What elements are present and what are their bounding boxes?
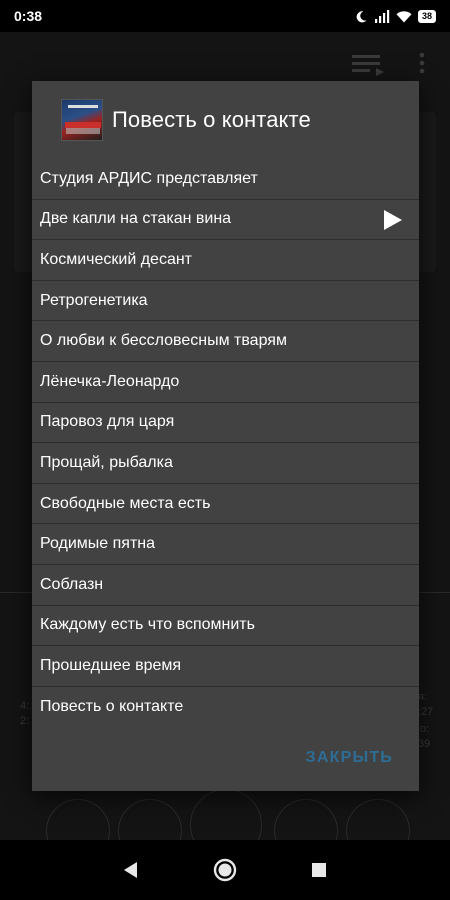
- chapter-label: Прошедшее время: [40, 656, 182, 674]
- chapter-label: Повесть о контакте: [40, 698, 184, 716]
- chapter-item[interactable]: Прошедшее время: [32, 646, 419, 687]
- playlist-icon: [352, 55, 384, 76]
- chapter-item-playing[interactable]: Две капли на стакан вина: [32, 200, 419, 241]
- battery-indicator: 38: [417, 9, 436, 23]
- chapter-label: Лёнечка-Леонардо: [40, 372, 180, 390]
- chapter-item[interactable]: Лёнечка-Леонардо: [32, 362, 419, 403]
- book-cover-image: [61, 99, 103, 141]
- status-time: 0:38: [14, 8, 43, 24]
- background-side-text: я:: [418, 691, 428, 703]
- chapter-label: Свободные места есть: [40, 494, 211, 512]
- chapter-label: О любви к бессловесным тварям: [40, 332, 287, 350]
- home-icon[interactable]: [212, 857, 238, 883]
- chapter-dialog: Повесть о контакте Студия АРДИС представ…: [32, 81, 419, 791]
- status-icons: 38: [355, 9, 436, 23]
- background-side-text: 39: [418, 738, 431, 750]
- chapter-label: Паровоз для царя: [40, 413, 175, 431]
- chapter-label: Космический десант: [40, 250, 193, 268]
- navigation-bar: [0, 840, 450, 900]
- moon-icon: [356, 10, 367, 22]
- chapter-label: Ретрогенетика: [40, 291, 148, 309]
- background-side-text: 2:: [20, 715, 30, 727]
- play-icon: [384, 209, 402, 230]
- chapter-item[interactable]: Ретрогенетика: [32, 281, 419, 322]
- chapter-label: Родимые пятна: [40, 535, 156, 553]
- background-side-text: 4:: [20, 700, 30, 712]
- back-icon[interactable]: [118, 857, 144, 883]
- dialog-header: Повесть о контакте: [32, 81, 419, 159]
- chapter-item[interactable]: Каждому есть что вспомнить: [32, 606, 419, 647]
- chapter-label: Соблазн: [40, 575, 104, 593]
- chapter-item[interactable]: Студия АРДИС представляет: [32, 159, 419, 200]
- recents-icon[interactable]: [306, 857, 332, 883]
- chapter-item[interactable]: Повесть о контакте: [32, 687, 419, 728]
- chapter-label: Прощай, рыбалка: [40, 453, 173, 471]
- chapter-list: Студия АРДИС представляет Две капли на с…: [32, 159, 419, 727]
- chapter-item[interactable]: Родимые пятна: [32, 524, 419, 565]
- signal-icon: [374, 9, 390, 23]
- chapter-label: Две капли на стакан вина: [40, 210, 232, 228]
- chapter-label: Студия АРДИС представляет: [40, 169, 258, 187]
- background-side-text: о:: [420, 723, 430, 735]
- wifi-icon: [396, 10, 412, 22]
- chapter-item[interactable]: Космический десант: [32, 240, 419, 281]
- chapter-item[interactable]: О любви к бессловесным тварям: [32, 321, 419, 362]
- status-bar: 0:38 38: [0, 0, 450, 32]
- chapter-item[interactable]: Соблазн: [32, 565, 419, 606]
- chapter-item[interactable]: Свободные места есть: [32, 484, 419, 525]
- chapter-label: Каждому есть что вспомнить: [40, 616, 255, 634]
- more-vert-icon: [419, 52, 425, 74]
- close-button[interactable]: ЗАКРЫТЬ: [306, 749, 393, 767]
- chapter-item[interactable]: Паровоз для царя: [32, 403, 419, 444]
- dialog-title: Повесть о контакте: [112, 107, 311, 132]
- chapter-item[interactable]: Прощай, рыбалка: [32, 443, 419, 484]
- background-side-text: :27: [418, 706, 434, 718]
